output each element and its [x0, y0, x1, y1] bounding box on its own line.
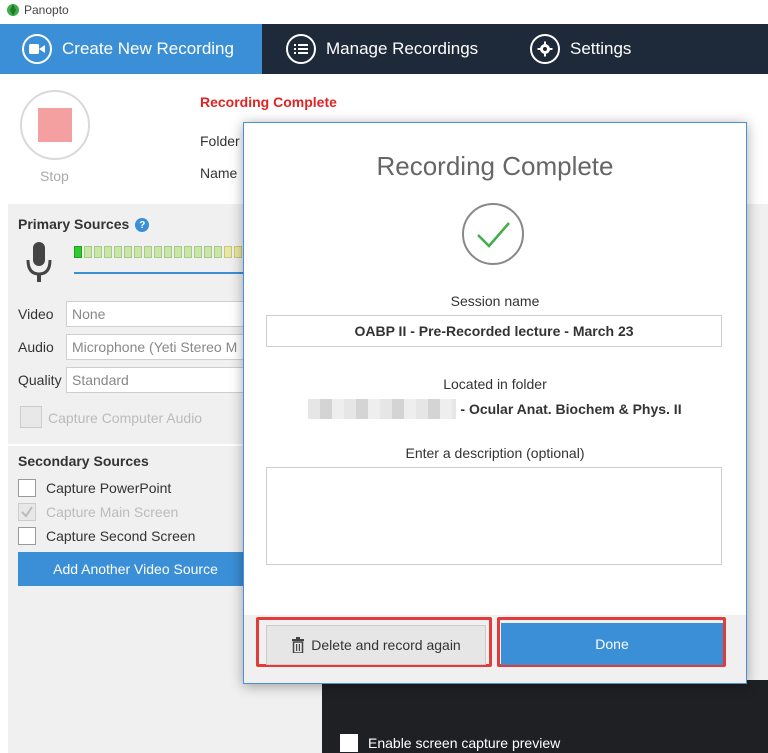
- secondary-sources-title: Secondary Sources: [18, 453, 149, 469]
- session-name-input[interactable]: OABP II - Pre-Recorded lecture - March 2…: [266, 315, 722, 347]
- name-label: Name: [200, 165, 238, 181]
- folder-located-label: Located in folder: [443, 376, 547, 392]
- success-check-icon: [462, 203, 524, 265]
- redacted-folder-name: [308, 399, 457, 419]
- audio-label: Audio: [18, 339, 54, 355]
- capture-audio-checkbox[interactable]: [20, 406, 42, 428]
- video-select[interactable]: None: [66, 301, 253, 327]
- recording-status: Recording Complete: [200, 94, 337, 110]
- delete-button-label: Delete and record again: [311, 637, 461, 653]
- description-label: Enter a description (optional): [405, 445, 585, 461]
- tab-manage-recordings[interactable]: Manage Recordings: [286, 24, 478, 74]
- audio-select[interactable]: Microphone (Yeti Stereo M: [66, 334, 253, 360]
- dialog-title: Recording Complete: [376, 151, 614, 181]
- panopto-logo-icon: [7, 4, 19, 16]
- audio-level-baseline: [74, 272, 244, 274]
- tab-settings-label: Settings: [570, 39, 632, 58]
- preview-checkbox[interactable]: [340, 734, 358, 752]
- primary-sources-panel: Primary Sources? Video None Audio Microp…: [8, 204, 253, 444]
- list-icon: [286, 34, 316, 64]
- tab-settings[interactable]: Settings: [530, 24, 631, 74]
- primary-sources-title: Primary Sources: [18, 216, 130, 232]
- secondary-sources-panel: Secondary Sources Capture PowerPoint Cap…: [8, 446, 253, 753]
- description-textarea[interactable]: [266, 467, 722, 565]
- audio-level-meter: [74, 246, 242, 258]
- title-bar: Panopto: [0, 0, 768, 22]
- add-video-source-button[interactable]: Add Another Video Source: [18, 552, 253, 586]
- video-label: Video: [18, 306, 54, 322]
- preview-label: Enable screen capture preview: [368, 735, 561, 751]
- video-camera-icon: [22, 34, 52, 64]
- capture-audio-label: Capture Computer Audio: [48, 410, 203, 426]
- quality-label: Quality: [18, 372, 62, 388]
- session-name-label: Session name: [450, 293, 540, 309]
- capture-second-screen-label: Capture Second Screen: [46, 528, 196, 544]
- done-button[interactable]: Done: [501, 623, 723, 665]
- quality-select[interactable]: Standard: [66, 367, 253, 393]
- delete-and-record-again-button[interactable]: Delete and record again: [266, 625, 486, 665]
- stop-square-icon: [38, 108, 72, 142]
- checkmark-icon: [21, 506, 33, 518]
- folder-path-text: - Ocular Anat. Biochem & Phys. II: [460, 401, 682, 417]
- capture-powerpoint-label: Capture PowerPoint: [46, 480, 172, 496]
- tab-manage-label: Manage Recordings: [326, 39, 479, 58]
- tab-create-label: Create New Recording: [62, 39, 234, 58]
- folder-label: Folder: [200, 133, 240, 149]
- primary-sources-title-row: Primary Sources?: [18, 216, 150, 233]
- microphone-icon: [26, 242, 52, 282]
- gear-icon: [530, 34, 560, 64]
- capture-second-screen-checkbox[interactable]: [18, 527, 36, 545]
- folder-path: - Ocular Anat. Biochem & Phys. II: [244, 399, 746, 419]
- capture-main-screen-label: Capture Main Screen: [46, 504, 179, 520]
- recording-complete-dialog: Recording Complete Session name OABP II …: [243, 122, 747, 684]
- help-icon[interactable]: ?: [135, 218, 150, 233]
- capture-main-screen-checkbox[interactable]: [18, 503, 36, 521]
- capture-powerpoint-checkbox[interactable]: [18, 479, 36, 497]
- top-nav: Create New Recording Manage Recordings S…: [0, 24, 768, 74]
- trash-icon: [292, 637, 305, 653]
- window-title: Panopto: [24, 3, 69, 17]
- tab-create-new-recording[interactable]: Create New Recording: [0, 24, 262, 74]
- stop-label: Stop: [40, 168, 69, 184]
